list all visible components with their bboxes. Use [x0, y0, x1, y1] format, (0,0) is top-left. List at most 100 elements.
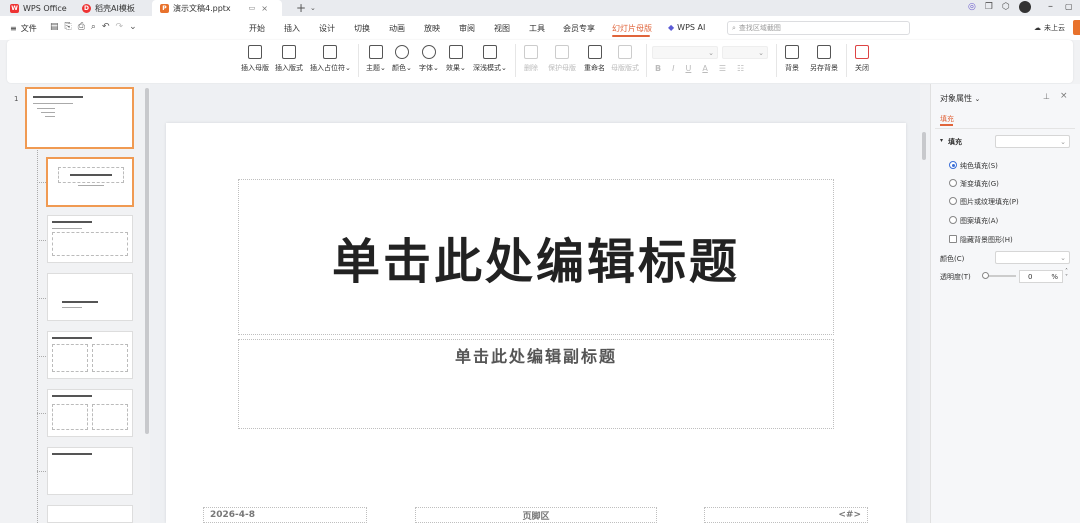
radio-gradient-fill[interactable] [949, 179, 957, 187]
color-select[interactable]: ⌄ [995, 251, 1070, 264]
color-button[interactable]: 颜色⌄ [392, 45, 412, 73]
list-icon[interactable]: ☰ [719, 64, 726, 73]
cloud-button[interactable]: ☁ 未上云 [1034, 23, 1065, 33]
close-icon[interactable]: × [1060, 91, 1068, 101]
chevron-down-icon[interactable]: ⌄ [310, 0, 316, 16]
page-number-placeholder[interactable]: <#> [704, 507, 868, 523]
layout-thumbnail[interactable] [47, 331, 133, 379]
menu-transition[interactable]: 切换 [354, 23, 370, 34]
preserve-master-button[interactable]: 保护母版 [548, 45, 576, 73]
menu-slide-master[interactable]: 幻灯片母版 [612, 23, 652, 34]
cube-icon[interactable]: ⬡ [1002, 2, 1010, 12]
save-icon[interactable]: ▤ [50, 22, 59, 32]
font-color-button[interactable]: A [702, 64, 707, 73]
share-button[interactable] [1073, 20, 1080, 35]
menu-slideshow[interactable]: 放映 [424, 23, 440, 34]
menu-review[interactable]: 审阅 [459, 23, 475, 34]
minimize-icon[interactable]: – [1048, 1, 1053, 12]
font-family-select[interactable]: ⌄ [652, 46, 718, 59]
bold-button[interactable]: B [655, 64, 661, 73]
separator [515, 44, 516, 77]
underline-button[interactable]: U [685, 64, 691, 73]
new-tab-icon[interactable]: + [296, 0, 306, 16]
menu-home[interactable]: 开始 [249, 23, 265, 34]
pin-icon[interactable]: ⊥ [1043, 92, 1050, 101]
font-size-select[interactable]: ⌄ [722, 46, 768, 59]
master-layout-button[interactable]: 母版版式 [611, 45, 639, 73]
delete-button[interactable]: 删除 [524, 45, 538, 73]
insert-master-button[interactable]: 插入母版 [241, 45, 269, 73]
date-placeholder[interactable]: 2026-4-8 [203, 507, 367, 523]
background-button[interactable]: 背景 [785, 45, 799, 73]
tab-wps-office[interactable]: W WPS Office [10, 0, 67, 16]
search-input[interactable]: ⌕ 查找区域截图 [727, 21, 910, 35]
layout-thumbnail[interactable] [47, 215, 133, 263]
menu-wps-ai[interactable]: ◆ WPS AI [668, 23, 705, 32]
layout-thumbnail[interactable] [47, 273, 133, 321]
tab-presentation[interactable]: P 演示文稿4.pptx ▭ × [152, 0, 282, 16]
light-dark-mode-button[interactable]: 深浅模式⌄ [473, 45, 507, 73]
active-tab-indicator [612, 35, 650, 37]
undo-icon[interactable]: ↶ [102, 22, 110, 32]
effect-button[interactable]: 效果⌄ [446, 45, 466, 73]
print-icon[interactable]: ⎙ [78, 22, 85, 32]
maximize-icon[interactable]: ▢ [1065, 2, 1073, 11]
fill-type-select[interactable]: ⌄ [995, 135, 1070, 148]
theme-button[interactable]: 主题⌄ [366, 45, 386, 73]
menu-tools[interactable]: 工具 [529, 23, 545, 34]
rename-button[interactable]: 重命名 [584, 45, 605, 73]
insert-layout-button[interactable]: 插入版式 [275, 45, 303, 73]
italic-button[interactable]: I [672, 64, 674, 73]
thumb-text-line [45, 116, 55, 117]
checkbox-label: 隐藏背景图形(H) [960, 236, 1013, 244]
tab-docer[interactable]: D 稻壳AI模板 [82, 0, 135, 16]
menu-member[interactable]: 会员专享 [563, 23, 595, 34]
layout-thumbnail[interactable] [47, 505, 133, 523]
tab-fill[interactable]: 填充 [940, 114, 954, 124]
spinner-icon[interactable]: ˄ ˅ [1065, 269, 1068, 281]
avatar[interactable] [1018, 1, 1031, 13]
slide-subtitle[interactable]: 单击此处编辑副标题 [239, 340, 833, 370]
hide-bg-graphics-checkbox[interactable] [949, 235, 957, 243]
redo-icon[interactable]: ↷ [116, 22, 124, 32]
export-icon[interactable]: ⎘ [65, 22, 72, 32]
menu-view[interactable]: 视图 [494, 23, 510, 34]
transparency-input[interactable]: 0 % [1019, 270, 1063, 283]
close-master-button[interactable]: 关闭 [855, 45, 869, 73]
font-button[interactable]: 字体⌄ [419, 45, 439, 73]
panel-title[interactable]: 对象属性 ⌄ [940, 93, 980, 104]
search-placeholder: 查找区域截图 [738, 24, 781, 32]
theme-icon [368, 45, 383, 59]
canvas-scrollbar[interactable] [922, 132, 926, 160]
file-menu[interactable]: ≡ 文件 [10, 23, 37, 34]
pin-icon[interactable]: ▭ [249, 4, 256, 12]
layout-thumbnail[interactable] [47, 447, 133, 495]
thumbnail-scrollbar[interactable] [145, 88, 149, 434]
label: 关闭 [855, 64, 869, 72]
layout-thumbnail-title[interactable] [46, 157, 134, 207]
more-chevron-icon[interactable]: ⌄ [129, 22, 137, 32]
radio-picture-fill[interactable] [949, 197, 957, 205]
print-preview-icon[interactable]: ⌕ [91, 22, 96, 32]
ai-icon[interactable]: ◎ [968, 2, 976, 12]
slide-title[interactable]: 单击此处编辑标题 [239, 180, 833, 334]
footer-placeholder[interactable]: 页脚区 [415, 507, 657, 523]
radio-pattern-fill[interactable] [949, 216, 957, 224]
menu-animation[interactable]: 动画 [389, 23, 405, 34]
label: 效果⌄ [446, 64, 466, 72]
master-thumbnail[interactable] [25, 87, 134, 149]
palette-icon [394, 45, 409, 59]
radio-solid-fill[interactable] [949, 161, 957, 169]
separator [646, 44, 647, 77]
menu-design[interactable]: 设计 [319, 23, 335, 34]
collapse-icon[interactable]: ▾ [940, 137, 943, 144]
close-tab-icon[interactable]: × [261, 4, 268, 13]
window-icon[interactable]: ❐ [985, 2, 993, 12]
layout-thumbnail[interactable] [47, 389, 133, 437]
save-background-button[interactable]: 另存背景 [810, 45, 838, 73]
numbered-list-icon[interactable]: ☷ [737, 64, 744, 73]
menu-insert[interactable]: 插入 [284, 23, 300, 34]
insert-placeholder-button[interactable]: 插入占位符⌄ [310, 45, 351, 73]
docer-logo-icon: D [82, 3, 91, 13]
transparency-slider-handle[interactable] [982, 272, 989, 279]
